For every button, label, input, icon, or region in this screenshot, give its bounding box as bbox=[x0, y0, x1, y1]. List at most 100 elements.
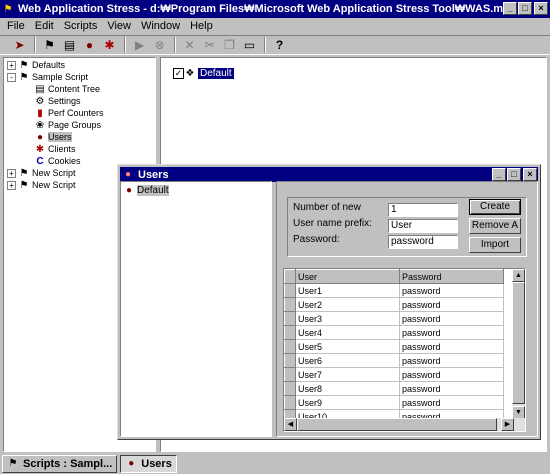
tree-item-sample-script[interactable]: - ⚑ Sample Script bbox=[7, 71, 88, 83]
vertical-scrollbar[interactable]: ▲ ▼ bbox=[512, 269, 525, 419]
user-cell[interactable]: User3 bbox=[295, 311, 400, 326]
password-cell[interactable]: password bbox=[399, 381, 504, 396]
close-button[interactable]: × bbox=[523, 168, 537, 181]
scroll-thumb[interactable] bbox=[512, 282, 525, 404]
delete-icon[interactable]: ✕ bbox=[180, 37, 199, 54]
tree-item-perf-counters[interactable]: ▮ Perf Counters bbox=[34, 107, 103, 119]
settings-icon[interactable]: ✱ bbox=[100, 37, 119, 54]
remove-all-button[interactable]: Remove A bbox=[469, 218, 521, 234]
default-group-item[interactable]: ✓ ❖ Default bbox=[173, 68, 234, 79]
tree-item-new-script[interactable]: + ⚑ New Script bbox=[7, 167, 76, 179]
prefix-field[interactable]: User bbox=[388, 219, 458, 233]
password-field[interactable]: password bbox=[388, 235, 458, 249]
minimize-button[interactable]: _ bbox=[492, 168, 506, 181]
tree-item-defaults[interactable]: + ⚑ Defaults bbox=[7, 59, 65, 71]
table-row[interactable]: User8 password bbox=[284, 381, 504, 396]
user-cell[interactable]: User7 bbox=[295, 367, 400, 382]
tree-item-cookies[interactable]: C Cookies bbox=[34, 155, 80, 167]
checkbox-checked-icon[interactable]: ✓ bbox=[173, 68, 184, 79]
row-header[interactable] bbox=[284, 367, 296, 382]
import-button[interactable]: Import bbox=[469, 237, 521, 253]
password-cell[interactable]: password bbox=[399, 395, 504, 410]
scroll-left-icon[interactable]: ◀ bbox=[284, 418, 297, 431]
row-header[interactable] bbox=[284, 311, 296, 326]
tree-item-clients[interactable]: ✱ Clients bbox=[34, 143, 76, 155]
user-cell[interactable]: User8 bbox=[295, 381, 400, 396]
table-row[interactable]: User5 password bbox=[284, 339, 504, 354]
table-row[interactable]: User4 password bbox=[284, 325, 504, 340]
menu-window[interactable]: Window bbox=[136, 20, 185, 32]
row-header[interactable] bbox=[284, 297, 296, 312]
user-cell[interactable]: User4 bbox=[295, 325, 400, 340]
help-icon[interactable]: ? bbox=[270, 37, 289, 54]
minimize-button[interactable]: _ bbox=[503, 2, 517, 15]
collapse-toggle[interactable]: - bbox=[7, 72, 16, 82]
user-cell[interactable]: User6 bbox=[295, 353, 400, 368]
page-icon[interactable]: ▤ bbox=[60, 37, 79, 54]
tree-item-content-tree[interactable]: ▤ Content Tree bbox=[34, 83, 100, 95]
expand-toggle[interactable]: + bbox=[7, 168, 16, 178]
copy-icon[interactable]: ❐ bbox=[220, 37, 239, 54]
column-header-user[interactable]: User bbox=[295, 269, 400, 284]
table-row[interactable]: User9 password bbox=[284, 395, 504, 410]
column-header-password[interactable]: Password bbox=[399, 269, 504, 284]
tree-item-page-groups[interactable]: ❀ Page Groups bbox=[34, 119, 101, 131]
row-header[interactable] bbox=[284, 283, 296, 298]
password-cell[interactable]: password bbox=[399, 297, 504, 312]
tab-users-window[interactable]: ● Users bbox=[120, 454, 177, 473]
new-script-icon[interactable]: ➤ bbox=[10, 37, 29, 54]
play-icon[interactable]: ▶ bbox=[130, 37, 149, 54]
password-cell[interactable]: password bbox=[399, 367, 504, 382]
user-group-list[interactable]: ● Default bbox=[120, 181, 272, 437]
list-item-default[interactable]: ● Default bbox=[123, 184, 169, 196]
horizontal-scrollbar[interactable]: ◀ ▶ bbox=[284, 418, 525, 431]
user-cell[interactable]: User2 bbox=[295, 297, 400, 312]
maximize-button[interactable]: □ bbox=[518, 2, 532, 15]
users-grid[interactable]: User Password User1 password User2 passwor… bbox=[283, 268, 526, 432]
scroll-right-icon[interactable]: ▶ bbox=[501, 418, 514, 431]
number-field[interactable]: 1 bbox=[388, 203, 458, 217]
scroll-up-icon[interactable]: ▲ bbox=[512, 269, 525, 282]
menu-edit[interactable]: Edit bbox=[30, 20, 59, 32]
row-header[interactable] bbox=[284, 325, 296, 340]
expand-toggle[interactable]: + bbox=[7, 180, 16, 190]
app-title: Web Application Stress - d:₩Program File… bbox=[18, 3, 517, 15]
cut-icon[interactable]: ✂ bbox=[200, 37, 219, 54]
tab-scripts-window[interactable]: ⚑ Scripts : Sampl... bbox=[2, 454, 118, 473]
tree-item-new-script[interactable]: + ⚑ New Script bbox=[7, 179, 76, 191]
row-header[interactable] bbox=[284, 339, 296, 354]
menu-file[interactable]: File bbox=[2, 20, 30, 32]
row-header[interactable] bbox=[284, 381, 296, 396]
password-cell[interactable]: password bbox=[399, 339, 504, 354]
table-row[interactable]: User6 password bbox=[284, 353, 504, 368]
password-cell[interactable]: password bbox=[399, 325, 504, 340]
menu-view[interactable]: View bbox=[102, 20, 136, 32]
password-label: Password: bbox=[293, 234, 340, 245]
record-icon[interactable]: ● bbox=[80, 37, 99, 54]
menu-help[interactable]: Help bbox=[185, 20, 218, 32]
row-header[interactable] bbox=[284, 353, 296, 368]
table-row[interactable]: User7 password bbox=[284, 367, 504, 382]
maximize-button[interactable]: □ bbox=[507, 168, 521, 181]
stop-icon[interactable]: ⊗ bbox=[150, 37, 169, 54]
create-button[interactable]: Create bbox=[469, 199, 521, 215]
expand-toggle[interactable]: + bbox=[7, 60, 16, 70]
table-row[interactable]: User2 password bbox=[284, 297, 504, 312]
password-cell[interactable]: password bbox=[399, 283, 504, 298]
scroll-thumb[interactable] bbox=[297, 418, 497, 431]
user-cell[interactable]: User9 bbox=[295, 395, 400, 410]
menu-scripts[interactable]: Scripts bbox=[59, 20, 103, 32]
user-cell[interactable]: User1 bbox=[295, 283, 400, 298]
tree-item-settings[interactable]: ⚙ Settings bbox=[34, 95, 81, 107]
password-cell[interactable]: password bbox=[399, 311, 504, 326]
password-cell[interactable]: password bbox=[399, 353, 504, 368]
window-tabs-bar: ⚑ Scripts : Sampl... ● Users bbox=[0, 453, 550, 474]
run-flag-icon[interactable]: ⚑ bbox=[40, 37, 59, 54]
close-button[interactable]: × bbox=[534, 2, 548, 15]
paste-icon[interactable]: ▭ bbox=[240, 37, 259, 54]
table-row[interactable]: User1 password bbox=[284, 283, 504, 298]
user-cell[interactable]: User5 bbox=[295, 339, 400, 354]
row-header[interactable] bbox=[284, 395, 296, 410]
tree-item-users[interactable]: ● Users bbox=[34, 131, 72, 143]
table-row[interactable]: User3 password bbox=[284, 311, 504, 326]
